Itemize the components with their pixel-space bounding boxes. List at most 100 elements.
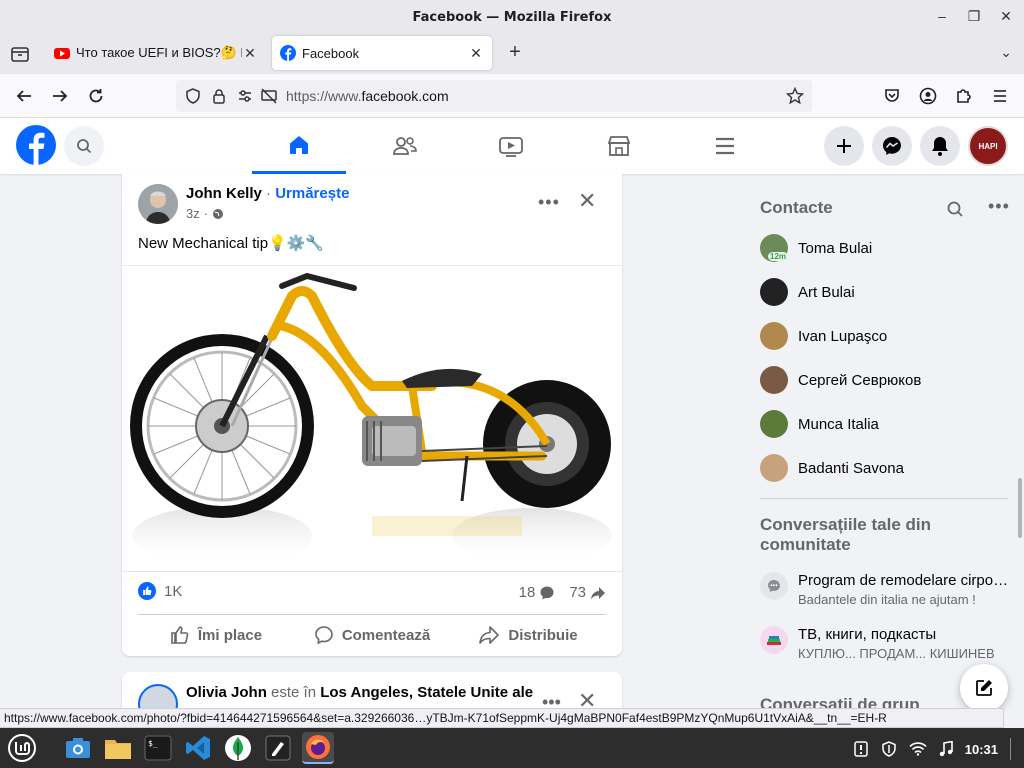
maximize-icon[interactable]: ❐: [966, 8, 982, 24]
comment-button[interactable]: Comentează: [294, 618, 450, 652]
permissions-icon[interactable]: [236, 87, 254, 105]
bell-icon: [932, 137, 948, 156]
vscode-app[interactable]: [182, 732, 214, 764]
tab-home[interactable]: [252, 118, 346, 174]
back-button[interactable]: [12, 84, 36, 108]
lock-icon[interactable]: [210, 87, 228, 105]
tab-youtube[interactable]: Что такое UEFI и BIOS?🤔 Ка ✕: [46, 36, 266, 70]
close-tab-icon[interactable]: ✕: [468, 45, 484, 62]
group-chats-heading: Conversații de grup: [760, 695, 920, 709]
post-image[interactable]: [122, 265, 622, 572]
author-avatar[interactable]: [138, 184, 178, 224]
home-icon: [290, 135, 308, 154]
contact-item[interactable]: Badanti Savona: [760, 450, 1010, 486]
share-count: 73: [569, 584, 586, 601]
contacts-more-icon[interactable]: •••: [988, 196, 1010, 217]
update-manager-icon[interactable]: [853, 741, 869, 757]
like-button[interactable]: Îmi place: [138, 618, 294, 652]
mongodb-app[interactable]: [222, 732, 254, 764]
author-name[interactable]: John Kelly: [186, 185, 262, 202]
contact-item[interactable]: Сергей Севрюков: [760, 362, 1010, 398]
account-button[interactable]: [916, 84, 940, 108]
more-options-icon[interactable]: •••: [538, 192, 560, 213]
tab-menu[interactable]: [678, 118, 772, 174]
screen-share-blocked-icon[interactable]: [260, 87, 278, 105]
tab-facebook[interactable]: Facebook ✕: [272, 36, 492, 70]
wifi-icon[interactable]: [909, 742, 927, 756]
location-link[interactable]: Los Angeles, Statele Unite ale: [320, 684, 533, 701]
url-bar[interactable]: https://www.facebook.com: [176, 80, 812, 112]
comment-count-button[interactable]: 18: [519, 584, 556, 601]
share-button[interactable]: Distribuie: [450, 618, 606, 652]
terminal-icon: $_: [144, 735, 172, 761]
notifications-button[interactable]: [920, 126, 960, 166]
chat-subtitle: КУПЛЮ... ПРОДАМ... КИШИНЕВ: [798, 646, 995, 661]
camera-icon: [66, 738, 90, 758]
forward-button[interactable]: [48, 84, 72, 108]
clock[interactable]: 10:31: [965, 742, 998, 757]
forward-arrow-icon: [53, 90, 68, 102]
screenshot-app[interactable]: [62, 732, 94, 764]
scrollbar[interactable]: [1018, 478, 1022, 538]
compose-icon: [976, 680, 992, 696]
contact-item[interactable]: 12m Toma Bulai: [760, 230, 1010, 266]
globe-icon: [213, 208, 224, 219]
chevron-down-icon[interactable]: ⌄: [1000, 44, 1012, 61]
contacts-search-button[interactable]: [946, 200, 964, 223]
follow-button[interactable]: Urmărește: [275, 185, 349, 202]
shield-tray-icon[interactable]: [881, 741, 897, 757]
contact-avatar: [760, 454, 788, 482]
contact-avatar: [760, 322, 788, 350]
like-reaction-icon: [138, 582, 156, 600]
bookmark-star-icon[interactable]: [786, 87, 804, 105]
mint-menu-button[interactable]: [6, 732, 38, 764]
show-desktop-button[interactable]: [1010, 738, 1014, 760]
profile-avatar[interactable]: HAPI: [968, 126, 1008, 166]
files-app[interactable]: [102, 732, 134, 764]
like-count[interactable]: 1K: [164, 583, 182, 600]
url-text[interactable]: https://www.facebook.com: [286, 88, 449, 104]
share-count-button[interactable]: 73: [569, 584, 606, 601]
extensions-button[interactable]: [952, 84, 976, 108]
facebook-search-button[interactable]: [64, 126, 104, 166]
close-tab-icon[interactable]: ✕: [242, 45, 258, 62]
messenger-button[interactable]: [872, 126, 912, 166]
new-tab-button[interactable]: +: [504, 42, 526, 64]
create-button[interactable]: [824, 126, 864, 166]
shield-icon[interactable]: [184, 87, 202, 105]
post-time[interactable]: 3z: [186, 206, 200, 221]
text-editor-app[interactable]: [262, 732, 294, 764]
contact-name: Art Bulai: [798, 283, 855, 301]
feed-post: Olivia John este în Los Angeles, Statele…: [122, 672, 622, 712]
pocket-icon: [885, 89, 899, 102]
tab-list-icon: [11, 47, 29, 62]
minimize-icon[interactable]: –: [934, 8, 950, 24]
community-chats-heading: Conversațiile tale din comunitate: [760, 515, 931, 554]
reload-button[interactable]: [84, 84, 108, 108]
tab-list-button[interactable]: [8, 42, 32, 66]
community-chat-item[interactable]: ТВ, книги, подкасты КУПЛЮ... ПРОДАМ... К…: [760, 626, 1010, 661]
menu-button[interactable]: [988, 84, 1012, 108]
music-note-icon[interactable]: [939, 741, 953, 757]
hide-post-icon[interactable]: ✕: [578, 188, 596, 214]
facebook-logo-icon[interactable]: [16, 125, 56, 165]
firefox-app[interactable]: [302, 732, 334, 764]
tab-watch[interactable]: [464, 118, 558, 174]
terminal-app[interactable]: $_: [142, 732, 174, 764]
linux-mint-icon: [8, 734, 36, 762]
video-icon: [499, 137, 523, 157]
contact-item[interactable]: Munca Italia: [760, 406, 1010, 442]
contact-item[interactable]: Art Bulai: [760, 274, 1010, 310]
search-icon: [77, 139, 92, 154]
tab-friends[interactable]: [358, 118, 452, 174]
close-window-icon[interactable]: ✕: [998, 8, 1014, 24]
new-message-button[interactable]: [960, 664, 1008, 712]
pocket-button[interactable]: [880, 84, 904, 108]
community-chat-item[interactable]: Program de remodelare cirpo… Badantele d…: [760, 572, 1010, 607]
chat-title: ТВ, книги, подкасты: [798, 626, 937, 643]
thumbs-up-icon: [171, 626, 189, 644]
tab-marketplace[interactable]: [572, 118, 666, 174]
author-name[interactable]: Olivia John: [186, 684, 267, 701]
menu-lines-icon: [716, 137, 734, 155]
contact-item[interactable]: Ivan Lupaşco: [760, 318, 1010, 354]
